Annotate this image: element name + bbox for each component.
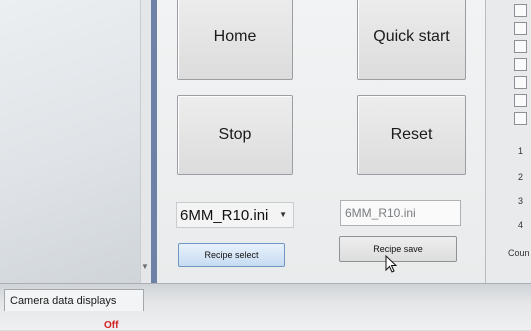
reset-button[interactable]: Reset (357, 95, 466, 175)
checkbox[interactable] (514, 58, 527, 71)
home-button[interactable]: Home (177, 0, 293, 80)
checkbox[interactable] (514, 22, 527, 35)
row-number: 1 (518, 146, 524, 156)
checkbox[interactable] (514, 112, 527, 125)
row-number: 2 (518, 172, 524, 182)
scroll-down-arrow-icon[interactable]: ▼ (141, 262, 149, 272)
recipe-save-name-field[interactable]: 6MM_R10.ini (340, 200, 461, 226)
left-panel (0, 0, 150, 283)
row-number: 3 (518, 196, 524, 206)
recipe-select-button[interactable]: Recipe select (178, 243, 285, 267)
checkbox[interactable] (514, 94, 527, 107)
checkbox[interactable] (514, 76, 527, 89)
stop-button[interactable]: Stop (177, 95, 293, 175)
checkbox[interactable] (514, 4, 527, 17)
recipe-combobox[interactable]: 6MM_R10.ini ▼ (176, 202, 294, 228)
left-scrollbar[interactable] (140, 0, 151, 283)
tab-camera-data-displays[interactable]: Camera data displays (4, 289, 144, 311)
recipe-combobox-value: 6MM_R10.ini (180, 206, 269, 224)
status-off-text: Off (104, 320, 119, 331)
quick-start-button[interactable]: Quick start (357, 0, 466, 80)
count-label: Coun (508, 248, 530, 258)
right-panel: 1 2 3 4 Coun (485, 0, 531, 283)
control-panel: Home Quick start Stop Reset 6MM_R10.ini … (157, 0, 485, 283)
row-number: 4 (518, 220, 524, 230)
bottom-tab-bar: Camera data displays Off (0, 283, 531, 331)
mouse-cursor-icon (385, 255, 398, 273)
checkbox[interactable] (514, 40, 527, 53)
chevron-down-icon[interactable]: ▼ (279, 210, 287, 219)
